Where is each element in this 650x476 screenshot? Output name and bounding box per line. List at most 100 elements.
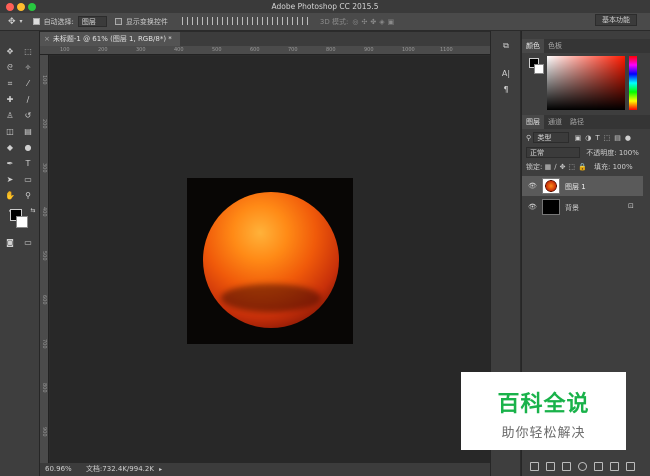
tab-swatches[interactable]: 色板 [544,39,566,53]
quick-mask-icon[interactable]: ◙ [4,238,16,248]
move-tool-icon[interactable]: ✥ [8,17,16,27]
document-canvas[interactable] [187,178,353,344]
visibility-eye-icon[interactable]: 👁 [528,182,537,190]
show-transform-checkbox[interactable] [114,18,122,25]
adjustment-layer-icon[interactable] [578,462,587,471]
auto-select-checkbox[interactable] [32,18,40,25]
align-vcenter-icon[interactable] [191,16,198,25]
layer-row[interactable]: 👁 图层 1 [522,176,643,196]
blur-icon[interactable]: ◆ [4,143,16,153]
character-panel-icon[interactable]: A| [500,69,512,79]
auto-select-dropdown[interactable]: 图层 [77,16,107,27]
document-tab[interactable]: × 未标题-1 @ 61% (图层 1, RGB/8*) * [40,32,180,46]
lock-icons[interactable]: ▦∕✥⬚🔒 [545,163,590,171]
align-hcenter-icon[interactable] [221,16,228,25]
blend-mode-dropdown[interactable]: 正常 [526,147,580,158]
ruler-tick-label: 700 [288,47,298,53]
blend-row: 正常 不透明度: 100% [526,147,647,159]
ruler-tick-label: 400 [174,47,184,53]
mode-3d-label: 3D 模式: [319,17,349,26]
tool-preset-dropdown[interactable]: ▾ [20,18,23,25]
tab-paths[interactable]: 路径 [566,115,588,129]
layer-style-icon[interactable] [546,462,555,471]
align-bottom-icon[interactable] [201,16,208,25]
lock-label: 锁定: [526,163,543,171]
tab-channels[interactable]: 通道 [544,115,566,129]
lock-row: 锁定: ▦∕✥⬚🔒 填充: 100% [526,161,647,173]
zoom-level[interactable]: 60.96% [45,465,72,473]
delete-layer-icon[interactable] [626,462,635,471]
layer-filter-icons[interactable]: ▣◑T⬚▤● [575,134,635,142]
rectangle-icon[interactable]: ▭ [22,175,34,185]
layers-panel-tabs: 图层 通道 路径 [522,115,650,129]
gradient-icon[interactable]: ▤ [22,127,34,137]
align-top-icon[interactable] [181,16,188,25]
zoom-icon[interactable]: ⚲ [22,191,34,201]
align-left-icon[interactable] [211,16,218,25]
close-tab-icon[interactable]: × [44,35,50,43]
visibility-eye-icon[interactable]: 👁 [528,203,537,211]
hue-slider[interactable] [629,56,637,110]
new-group-icon[interactable] [594,462,603,471]
ruler-tick-label: 800 [41,383,47,393]
distribute-vcenter-icon[interactable] [251,16,258,25]
history-brush-icon[interactable]: ↺ [22,111,34,121]
crop-icon[interactable]: ⌗ [4,79,16,89]
watermark: 百科全说 助你轻松解决 [461,372,626,450]
link-layers-icon[interactable] [530,462,539,471]
screen-mode-icon[interactable]: ▭ [22,238,34,248]
eraser-icon[interactable]: ◫ [4,127,16,137]
workspace-dropdown[interactable]: 基本功能 [595,14,637,26]
tab-layers[interactable]: 图层 [522,115,544,129]
horizontal-ruler: 100 200 300 400 500 600 700 800 900 1000 1100 [40,46,490,55]
status-arrow-icon[interactable]: ▸ [159,466,162,473]
layer-filter-row: ⚲ 类型 ▣◑T⬚▤● [526,132,647,144]
add-mask-icon[interactable] [562,462,571,471]
history-panel-icon[interactable]: ⧉ [500,41,512,51]
new-layer-icon[interactable] [610,462,619,471]
dodge-icon[interactable]: ● [22,143,34,153]
ruler-tick-label: 700 [41,339,47,349]
layer-name: 图层 1 [565,183,586,191]
fill-value[interactable]: 100% [613,163,633,171]
3d-mode-icons[interactable]: ◎✣✤◈▣ [352,18,397,26]
marquee-icon[interactable]: ⬚ [22,47,34,57]
magic-wand-icon[interactable]: ✧ [22,63,34,73]
move-icon[interactable]: ✥ [4,47,16,57]
hand-icon[interactable]: ✋ [4,191,16,201]
align-right-icon[interactable] [231,16,238,25]
auto-align-icon[interactable] [301,16,308,25]
type-icon[interactable]: T [22,159,34,169]
lasso-icon[interactable]: ᘓ [4,63,16,73]
distribute-top-icon[interactable] [241,16,248,25]
vertical-ruler: 100 200 300 400 500 600 700 800 900 [40,55,49,463]
distribute-bottom-icon[interactable] [261,16,268,25]
distribute-hcenter-icon[interactable] [281,16,288,25]
eyedropper-icon[interactable]: ⁄ [22,79,34,89]
swap-colors-icon[interactable]: ⇆ [27,206,39,216]
color-panel-background[interactable] [534,64,544,74]
zoom-window-button[interactable] [28,3,36,11]
layer-filter-dropdown[interactable]: 类型 [533,132,570,143]
distribute-left-icon[interactable] [271,16,278,25]
close-window-button[interactable] [6,3,14,11]
pen-icon[interactable]: ✒ [4,159,16,169]
distribute-right-icon[interactable] [291,16,298,25]
color-picker-field[interactable] [547,56,625,110]
healing-brush-icon[interactable]: ✚ [4,95,16,105]
brush-icon[interactable]: ∕ [22,95,34,105]
ruler-tick-label: 900 [364,47,374,53]
ruler-tick-label: 900 [41,427,47,437]
tab-color[interactable]: 颜色 [522,39,544,53]
background-color-swatch[interactable] [16,216,28,228]
clone-stamp-icon[interactable]: ♙ [4,111,16,121]
fill-label: 填充: [594,163,611,171]
minimize-window-button[interactable] [17,3,25,11]
opacity-value[interactable]: 100% [619,149,639,157]
ruler-tick-label: 100 [41,75,47,85]
layer-row[interactable]: 👁 背景 ⊡ [522,197,643,217]
status-bar: 60.96% 文档:732.4K/994.2K ▸ [40,463,490,476]
path-selection-icon[interactable]: ➤ [4,175,16,185]
opacity-label: 不透明度: [586,149,617,157]
paragraph-panel-icon[interactable]: ¶ [500,85,512,95]
